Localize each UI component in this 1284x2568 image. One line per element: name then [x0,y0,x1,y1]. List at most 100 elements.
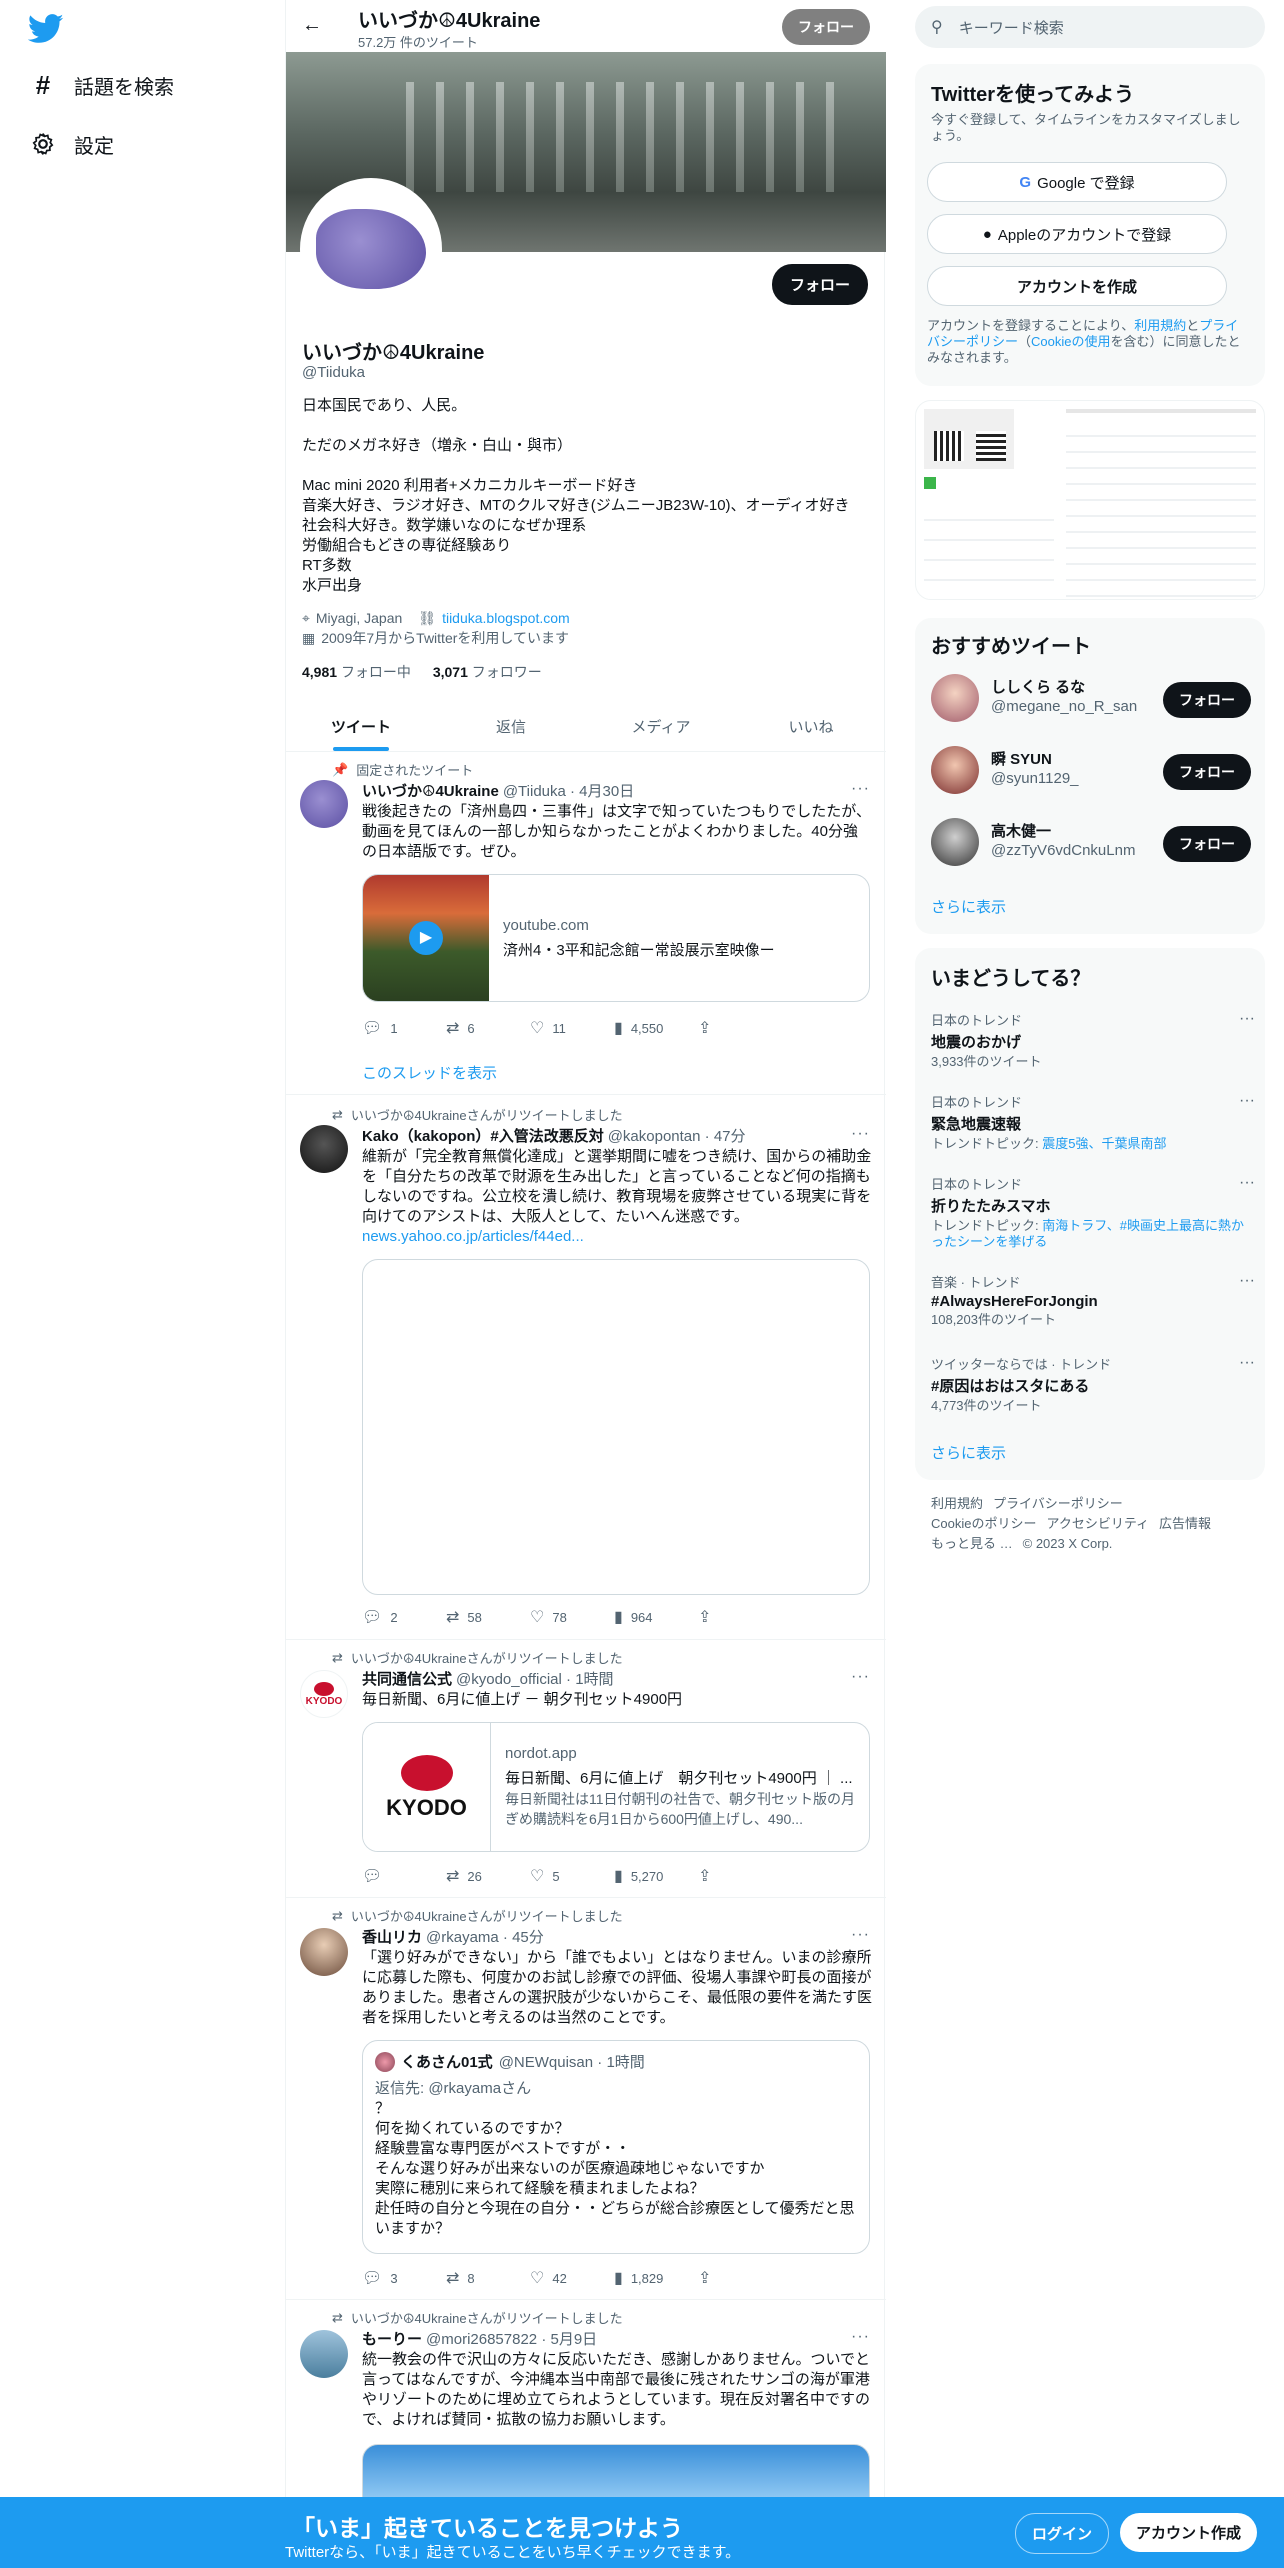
trend-item[interactable]: ツイッターならでは · トレンド #原因はおはスタにある 4,773件のツイート… [931,1354,1255,1414]
share-button[interactable]: ⇪ [698,1018,782,1038]
footer-more[interactable]: もっと見る … [931,1536,1013,1551]
link-card[interactable] [362,1259,870,1595]
share-button[interactable]: ⇪ [698,1866,782,1886]
reply-button[interactable]: 💬︎ 2 [362,1607,446,1627]
retweet-button[interactable]: ⇄ 58 [446,1607,530,1627]
tweet-link[interactable]: news.yahoo.co.jp/articles/f44ed... [362,1227,872,1247]
tab-media[interactable]: メディア [586,700,736,751]
more-icon[interactable]: ··· [851,1125,870,1143]
share-button[interactable]: ⇪ [698,1607,782,1627]
tweet-meta: @Tiiduka · 4月30日 [502,783,635,800]
avatar[interactable] [300,1125,348,1173]
follow-button[interactable]: フォロー [1163,682,1251,718]
more-icon[interactable]: ··· [851,1668,870,1686]
more-icon[interactable]: ··· [1239,1354,1255,1372]
footer-cookie[interactable]: Cookieのポリシー [931,1516,1036,1531]
views-button[interactable]: ▮ 4,550 [614,1018,698,1038]
back-arrow-icon[interactable]: ← [302,14,322,37]
tweet-pinned[interactable]: 📌 固定されたツイート いいづか☮4Ukraine @Tiiduka · 4月30… [286,752,886,1095]
following-link[interactable]: 4,981 フォロー中 [302,664,411,680]
tweet-retweet[interactable]: ⇄ いいづか☮4Ukraineさんがリツイートしました KYODO 共同通信公式 … [286,1640,886,1898]
tab-replies[interactable]: 返信 [436,700,586,751]
quote-text: ？ 何を拗くれているのですか？ 経験豊富な専門医がベストですが・・ そんな選り好… [375,2100,855,2237]
reply-button[interactable]: 💬︎ 3 [362,2268,446,2288]
share-button[interactable]: ⇪ [698,2268,782,2288]
show-more-recommended[interactable]: さらに表示 [931,896,1006,917]
views-button[interactable]: ▮ 5,270 [614,1866,698,1886]
cookie-link[interactable]: Cookieの使用 [1031,334,1110,349]
tab-likes[interactable]: いいね [736,700,886,751]
views-button[interactable]: ▮ 964 [614,1607,698,1627]
more-icon[interactable]: ··· [851,2328,870,2346]
like-button[interactable]: ♡ 42 [530,2268,614,2288]
tweet-author-name[interactable]: いいづか☮4Ukraine [362,780,499,801]
signup-button[interactable]: アカウント作成 [1120,2513,1258,2552]
terms-link[interactable]: 利用規約 [1134,318,1186,333]
tweet-retweet[interactable]: ⇄ いいづか☮4Ukraineさんがリツイートしました 香山リカ @rkayama… [286,1898,886,2300]
twitter-bird-icon[interactable] [27,14,64,44]
profile-follow-button[interactable]: フォロー [771,264,868,305]
search-box[interactable]: ⚲ キーワード検索 [915,6,1265,48]
retweet-button[interactable]: ⇄ 26 [446,1866,530,1886]
avatar[interactable]: KYODO [300,1670,348,1718]
topbar-follow-button[interactable]: フォロー [782,9,870,45]
followers-link[interactable]: 3,071 フォロワー [433,664,542,680]
more-icon[interactable]: ··· [1239,1092,1255,1110]
follow-button[interactable]: フォロー [1163,754,1251,790]
retweet-button[interactable]: ⇄ 6 [446,1018,530,1038]
follow-button[interactable]: フォロー [1163,826,1251,862]
reply-button[interactable]: 💬︎ [362,1866,446,1886]
tweet-author-name[interactable]: Kako（kakopon）#入管法改悪反対 [362,1125,604,1146]
tweet-author-name[interactable]: 共同通信公式 [362,1668,452,1689]
footer-accessibility[interactable]: アクセシビリティ [1046,1516,1149,1531]
avatar[interactable] [300,1928,348,1976]
avatar[interactable] [300,2330,348,2378]
avatar[interactable] [931,746,979,794]
recommended-user[interactable]: ししくら るな @megane_no_R_san フォロー [931,668,1251,724]
nav-explore[interactable]: # 話題を検索 [28,70,174,100]
link-card[interactable]: KYODO nordot.app 毎日新聞、6月に値上げ 朝夕刊セット4900円… [362,1722,870,1852]
more-icon[interactable]: ··· [851,1926,870,1944]
show-more-trends[interactable]: さらに表示 [931,1442,1006,1463]
tweet-retweet[interactable]: ⇄ いいづか☮4Ukraineさんがリツイートしました Kako（kakopon）… [286,1095,886,1640]
footer-privacy[interactable]: プライバシーポリシー [993,1496,1123,1511]
quote-reply-to: 返信先: @rkayamaさん [375,2080,532,2097]
trend-item[interactable]: 日本のトレンド 緊急地震速報 トレンドトピック: 震度5強、千葉県南部 ··· [931,1092,1255,1152]
avatar[interactable] [931,818,979,866]
avatar[interactable] [931,674,979,722]
footer-ads[interactable]: 広告情報 [1159,1516,1211,1531]
more-icon[interactable]: ··· [851,780,870,798]
recommended-user[interactable]: 高木健一 @zzTyV6vdCnkuLnm フォロー [931,812,1251,868]
like-button[interactable]: ♡ 11 [530,1018,614,1038]
more-icon[interactable]: ··· [1239,1010,1255,1028]
trend-item[interactable]: 音楽 · トレンド #AlwaysHereForJongin 108,203件の… [931,1272,1255,1328]
more-icon[interactable]: ··· [1239,1272,1255,1290]
profile-avatar[interactable] [300,178,442,320]
more-icon[interactable]: ··· [1239,1174,1255,1192]
profile-website[interactable]: tiiduka.blogspot.com [442,608,570,628]
footer-terms[interactable]: 利用規約 [931,1496,983,1511]
like-button[interactable]: ♡ 5 [530,1866,614,1886]
login-button[interactable]: ログイン [1015,2513,1110,2554]
tab-tweets[interactable]: ツイート [286,700,436,751]
recommended-user[interactable]: 瞬 SYUN @syun1129_ フォロー [931,740,1251,796]
reply-button[interactable]: 💬︎ 1 [362,1018,446,1038]
avatar[interactable] [300,780,348,828]
apple-signup-button[interactable]: ● Appleのアカウントで登録 [927,214,1227,254]
trend-item[interactable]: 日本のトレンド 折りたたみスマホ トレンドトピック: 南海トラフ、#映画史上最高… [931,1174,1255,1250]
create-account-button[interactable]: アカウントを作成 [927,266,1227,306]
nav-settings[interactable]: 設定 [28,129,114,159]
tweet-context: ⇄ いいづか☮4Ukraineさんがリツイートしました [332,2309,623,2327]
like-button[interactable]: ♡ 78 [530,1607,614,1627]
google-signup-button[interactable]: G Google で登録 [927,162,1227,202]
quote-tweet[interactable]: くあさん01式 @NEWquisan · 1時間 返信先: @rkayamaさん… [362,2040,870,2254]
show-thread-link[interactable]: このスレッドを表示 [362,1062,497,1083]
apple-icon: ● [982,225,992,243]
tweet-author-name[interactable]: もーりー [362,2328,422,2349]
views-button[interactable]: ▮ 1,829 [614,2268,698,2288]
card-title: 済州4・3平和記念館ー常設展示室映像ー [503,942,775,959]
retweet-button[interactable]: ⇄ 8 [446,2268,530,2288]
trend-item[interactable]: 日本のトレンド 地震のおかげ 3,933件のツイート ··· [931,1010,1255,1070]
tweet-author-name[interactable]: 香山リカ [362,1926,422,1947]
link-card[interactable]: ▶ youtube.com 済州4・3平和記念館ー常設展示室映像ー [362,874,870,1002]
